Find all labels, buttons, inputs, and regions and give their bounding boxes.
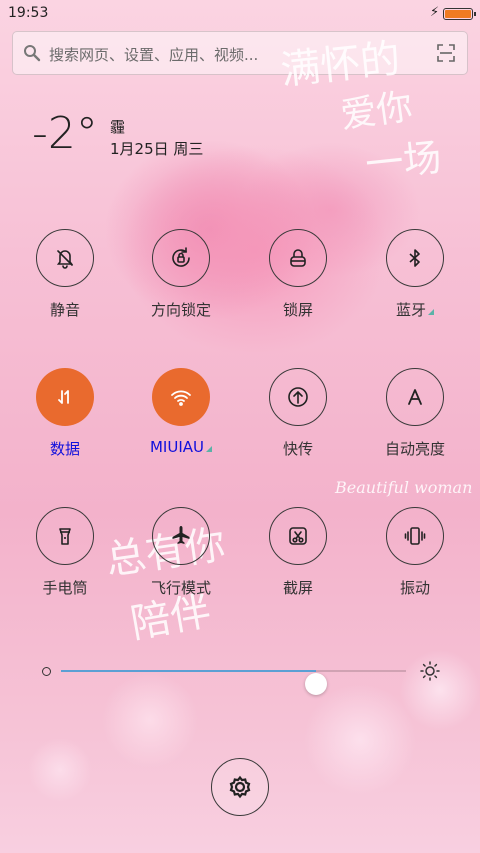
bell-off-icon [56, 250, 74, 269]
toggle-label-text: 方向锁定 [150, 301, 211, 319]
brightness-thumb[interactable] [305, 673, 328, 695]
expand-indicator-icon[interactable] [428, 309, 434, 315]
battery-level [445, 10, 471, 18]
toggle-button[interactable] [36, 507, 94, 565]
rotation-lock-icon [172, 247, 190, 267]
search-icon [24, 45, 41, 62]
toggle-label-text: 快传 [282, 440, 313, 458]
toggle-label-text: 自动亮度 [384, 440, 445, 458]
date-label: 1月25日 周三 [110, 140, 204, 158]
upload-icon [288, 387, 308, 407]
toggle-button[interactable] [36, 368, 94, 426]
toggle-bell-off[interactable]: 静音 [10, 229, 120, 329]
settings-button[interactable] [211, 758, 269, 816]
lock-icon [290, 249, 306, 267]
toggle-flashlight[interactable]: 手电筒 [10, 507, 120, 607]
search-input[interactable]: 搜索网页、设置、应用、视频... [49, 44, 258, 65]
toggle-label: 截屏 [243, 577, 353, 598]
scan-icon[interactable] [437, 44, 455, 62]
toggle-data-arrows[interactable]: 数据 [10, 368, 120, 468]
toggle-label: 振动 [360, 577, 470, 598]
toggle-button[interactable] [269, 368, 327, 426]
toggle-label-text: 截屏 [282, 579, 313, 597]
temperature: -2° [32, 108, 98, 159]
bluetooth-icon [409, 249, 420, 267]
toggle-screenshot[interactable]: 截屏 [243, 507, 353, 607]
toggle-button[interactable] [36, 229, 94, 287]
toggle-label: 静音 [10, 299, 120, 320]
vibrate-icon [404, 527, 426, 545]
brightness-slider[interactable] [38, 657, 442, 695]
toggle-label-text: 锁屏 [282, 301, 313, 319]
toggle-button[interactable] [152, 507, 210, 565]
expand-indicator-icon[interactable] [206, 446, 212, 452]
toggle-label: 手电筒 [10, 577, 120, 598]
status-time: 19:53 [8, 5, 49, 21]
gear-icon [229, 775, 251, 799]
flashlight-icon [59, 528, 71, 545]
status-bar: 19:53 ⚡ [0, 0, 480, 28]
toggle-button[interactable] [386, 507, 444, 565]
toggle-button[interactable] [386, 229, 444, 287]
toggle-wifi[interactable]: MIUIAU [126, 368, 236, 468]
toggle-button[interactable] [269, 507, 327, 565]
weather-condition: 霾 [110, 118, 126, 136]
toggle-airplane[interactable]: 飞行模式 [126, 507, 236, 607]
toggle-label-text: MIUIAU [149, 438, 204, 456]
toggle-label-text: 蓝牙 [395, 301, 426, 319]
toggle-auto-brightness[interactable]: 自动亮度 [360, 368, 470, 468]
brightness-fill [61, 670, 317, 672]
toggle-label: 数据 [10, 438, 120, 459]
toggle-label-text: 手电筒 [42, 579, 88, 597]
toggle-vibrate[interactable]: 振动 [360, 507, 470, 607]
brightness-track[interactable] [61, 670, 406, 695]
charging-icon: ⚡ [430, 5, 440, 20]
toggle-label-text: 飞行模式 [150, 579, 211, 597]
wallpaper-text: 一场 [363, 135, 444, 187]
toggle-label: 蓝牙 [360, 299, 470, 320]
toggle-button[interactable] [269, 229, 327, 287]
wallpaper-text: Beautiful woman [335, 478, 473, 497]
toggle-label-text: 静音 [49, 301, 80, 319]
toggle-bluetooth[interactable]: 蓝牙 [360, 229, 470, 329]
toggle-button[interactable] [152, 368, 210, 426]
wifi-icon [171, 390, 191, 406]
data-arrows-icon [58, 390, 69, 404]
battery-icon [443, 8, 476, 20]
toggle-label-text: 数据 [49, 440, 80, 458]
toggle-rotation-lock[interactable]: 方向锁定 [126, 229, 236, 329]
toggle-label: 快传 [243, 438, 353, 459]
toggle-label: 自动亮度 [360, 438, 470, 459]
toggle-upload[interactable]: 快传 [243, 368, 353, 468]
toggle-button[interactable] [386, 368, 444, 426]
toggle-label: MIUIAU [126, 438, 236, 456]
brightness-low-icon [42, 667, 51, 676]
toggle-label-text: 振动 [399, 579, 430, 597]
brightness-high-icon [420, 661, 440, 681]
screenshot-icon [289, 527, 307, 545]
toggle-label: 方向锁定 [126, 299, 236, 320]
toggle-label: 锁屏 [243, 299, 353, 320]
toggle-button[interactable] [152, 229, 210, 287]
auto-brightness-icon [408, 389, 422, 405]
toggle-label: 飞行模式 [126, 577, 236, 598]
toggle-lock[interactable]: 锁屏 [243, 229, 353, 329]
airplane-icon [172, 526, 190, 544]
